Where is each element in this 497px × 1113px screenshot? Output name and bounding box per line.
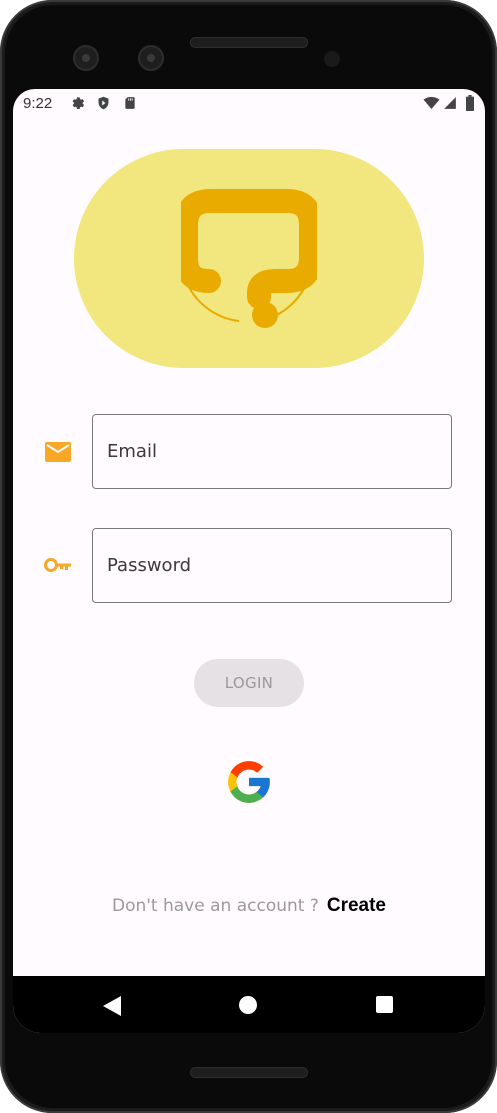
shield-icon <box>96 95 111 116</box>
password-input[interactable] <box>93 529 451 602</box>
signup-prompt: Don't have an account ? <box>111 896 319 916</box>
status-bar: 9:22 <box>13 89 485 119</box>
app-screen: 9:22 Email LOGIN Don't have an account ?… <box>13 89 485 1033</box>
system-nav-bar <box>13 976 485 1033</box>
front-camera-secondary <box>138 45 164 71</box>
earpiece-speaker <box>190 37 308 48</box>
gear-icon <box>69 95 85 116</box>
signup-row: Don't have an account ? Create <box>13 895 485 917</box>
key-icon <box>44 557 72 578</box>
signal-icon <box>443 95 457 116</box>
battery-icon <box>465 95 475 116</box>
create-account-link[interactable]: Create <box>327 895 386 916</box>
back-icon[interactable] <box>103 996 121 1021</box>
password-field[interactable] <box>92 528 452 603</box>
email-input[interactable] <box>93 415 451 488</box>
mail-icon <box>45 442 71 467</box>
recents-icon[interactable] <box>376 996 393 1013</box>
logo-mark-icon <box>181 189 317 328</box>
front-camera <box>73 45 99 71</box>
wifi-icon <box>423 95 440 116</box>
app-logo <box>74 149 424 368</box>
email-field[interactable] <box>92 414 452 489</box>
bottom-speaker <box>190 1067 308 1078</box>
proximity-sensor <box>324 51 340 67</box>
sd-card-icon <box>123 95 137 116</box>
home-icon[interactable] <box>239 996 257 1014</box>
login-button[interactable]: LOGIN <box>194 659 304 707</box>
status-time: 9:22 <box>23 95 53 112</box>
google-icon[interactable] <box>224 757 274 807</box>
